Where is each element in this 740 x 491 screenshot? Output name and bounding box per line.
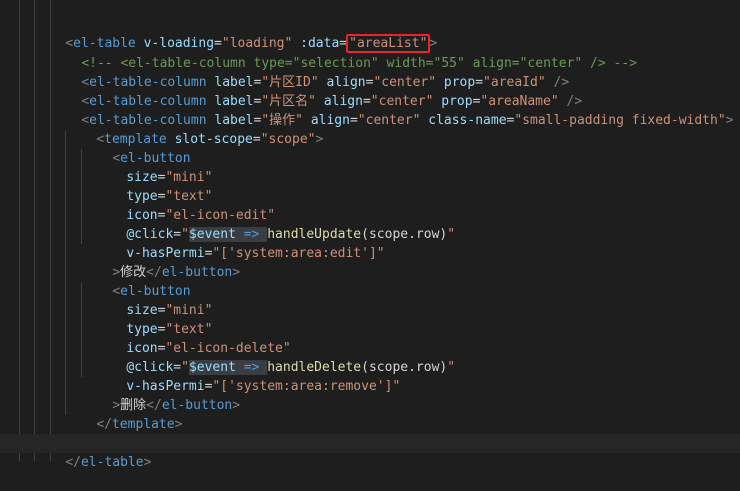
code-line[interactable]: <!-- <el-table-column type="selection" w…: [50, 35, 740, 71]
code-line[interactable]: <el-table-column label="操作" align="cente…: [50, 92, 740, 128]
code-line-active[interactable]: </el-table>: [0, 434, 740, 470]
code-line[interactable]: </el-table-column>: [50, 415, 740, 451]
code-line[interactable]: <el-table-column label="片区ID" align="cen…: [50, 54, 740, 90]
code-line[interactable]: <el-button: [81, 263, 740, 299]
code-token: >: [143, 455, 152, 470]
indent-guide: [19, 0, 20, 461]
code-line[interactable]: v-hasPermi="['system:area:remove']": [95, 358, 740, 394]
code-line[interactable]: icon="el-icon-edit": [95, 187, 740, 223]
code-token: </: [65, 455, 81, 470]
code-line[interactable]: @click="$event => handleDelete(scope.row…: [95, 339, 740, 375]
code-line[interactable]: v-hasPermi="['system:area:edit']": [95, 225, 740, 261]
code-line[interactable]: type="text": [95, 168, 740, 204]
code-line[interactable]: @click="$event => handleUpdate(scope.row…: [95, 206, 740, 242]
code-line[interactable]: icon="el-icon-delete": [95, 320, 740, 356]
code-line[interactable]: <el-table-column label="片区名" align="cent…: [50, 73, 740, 109]
code-line[interactable]: </template>: [65, 396, 740, 432]
code-line[interactable]: <template slot-scope="scope">: [65, 111, 740, 147]
code-editor[interactable]: <el-table v-loading="loading" :data= "are…: [0, 0, 740, 470]
code-line[interactable]: >修改</el-button>: [81, 244, 740, 280]
indent-guide: [65, 130, 66, 415]
code-line[interactable]: >删除</el-button>: [81, 377, 740, 413]
code-line[interactable]: type="text": [95, 301, 740, 337]
code-line[interactable]: size="mini": [95, 282, 740, 318]
code-line[interactable]: <el-button: [81, 130, 740, 166]
code-line[interactable]: size="mini": [95, 149, 740, 185]
code-line[interactable]: <el-table v-loading="loading" :data= "are…: [34, 15, 740, 53]
code-token: el-table: [80, 455, 144, 470]
